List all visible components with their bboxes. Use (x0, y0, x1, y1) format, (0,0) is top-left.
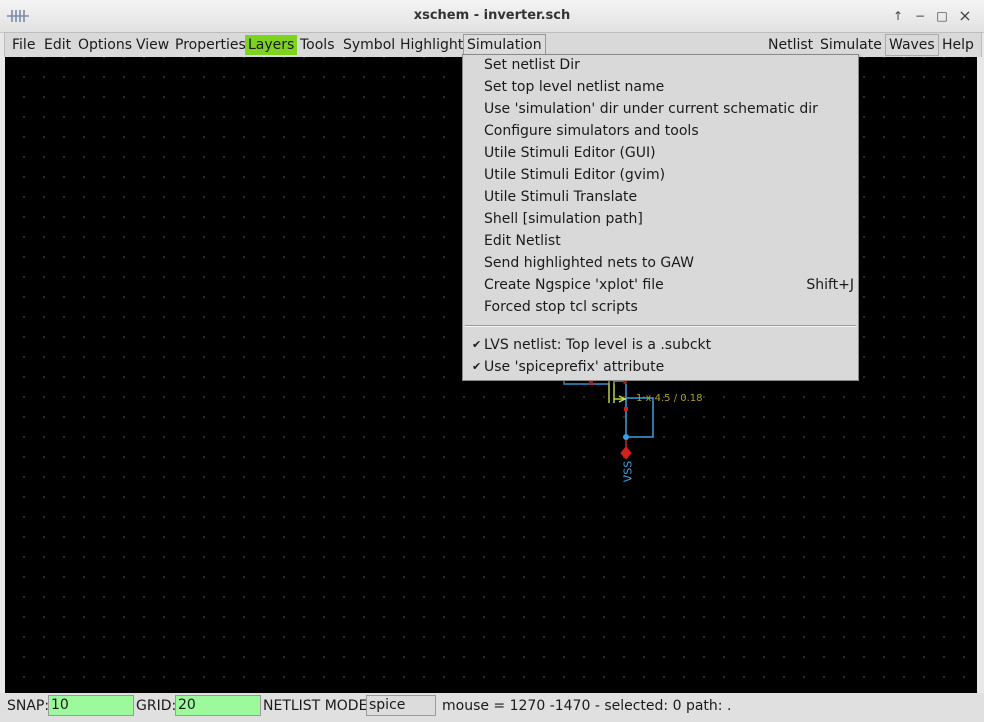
maximize-button[interactable]: □ (932, 6, 952, 26)
stimuli-editor-gvim-item[interactable]: Utile Stimuli Editor (gvim) (484, 165, 665, 185)
help-menu[interactable]: Help (939, 35, 977, 55)
menu-simulation[interactable]: Simulation (463, 34, 546, 56)
junction-dot (623, 434, 629, 440)
menu-view[interactable]: View (133, 35, 172, 55)
spiceprefix-toggle[interactable]: Use 'spiceprefix' attribute (484, 357, 664, 377)
keep-above-button[interactable]: ↑ (888, 6, 908, 26)
waves-button[interactable]: Waves (885, 34, 939, 56)
edit-netlist-item[interactable]: Edit Netlist (484, 231, 561, 251)
window-title: xschem - inverter.sch (413, 8, 571, 23)
lvs-netlist-toggle[interactable]: LVS netlist: Top level is a .subckt (484, 335, 711, 355)
simulation-dropdown-menu: Set netlist Dir Set top level netlist na… (462, 54, 859, 381)
mouse-status-text: mouse = 1270 -1470 - selected: 0 path: . (442, 698, 732, 714)
snap-input[interactable]: 10 (48, 695, 134, 716)
vss-pin (620, 446, 632, 460)
xplot-shortcut: Shift+J (806, 277, 854, 293)
minimize-button[interactable]: − (910, 6, 930, 26)
netlist-mode-field[interactable]: spice (366, 695, 436, 716)
menu-layers[interactable]: Layers (245, 35, 298, 55)
status-bar: SNAP: 10 GRID: 20 NETLIST MODE: spice mo… (0, 693, 984, 722)
configure-simulators-item[interactable]: Configure simulators and tools (484, 121, 699, 141)
send-nets-to-gaw-item[interactable]: Send highlighted nets to GAW (484, 253, 694, 273)
shell-simulation-path-item[interactable]: Shell [simulation path] (484, 209, 643, 229)
pin-marker (624, 407, 628, 411)
menu-options[interactable]: Options (75, 35, 135, 55)
menu-edit[interactable]: Edit (41, 35, 74, 55)
menu-separator (465, 325, 856, 327)
netlist-button[interactable]: Netlist (765, 35, 816, 55)
menu-file[interactable]: File (9, 35, 38, 55)
checkmark-icon: ✔ (472, 360, 482, 373)
title-bar: xschem - inverter.sch ↑ − □ × (0, 0, 984, 33)
stimuli-editor-gui-item[interactable]: Utile Stimuli Editor (GUI) (484, 143, 656, 163)
vss-net-label: VSS (621, 460, 635, 483)
set-netlist-dir-item[interactable]: Set netlist Dir (484, 55, 580, 75)
menu-symbol[interactable]: Symbol (340, 35, 398, 55)
stimuli-translate-item[interactable]: Utile Stimuli Translate (484, 187, 637, 207)
simulate-button[interactable]: Simulate (817, 35, 885, 55)
transistor-size-label: 1 x 4.5 / 0.18 (636, 393, 703, 404)
menu-properties[interactable]: Properties (172, 35, 249, 55)
forced-stop-tcl-item[interactable]: Forced stop tcl scripts (484, 297, 638, 317)
pin-marker (589, 381, 593, 385)
grid-label: GRID: (136, 698, 177, 714)
checkmark-icon: ✔ (472, 338, 482, 351)
menu-highlight[interactable]: Highlight (397, 35, 466, 55)
netlist-mode-label: NETLIST MODE: (263, 698, 373, 714)
create-xplot-file-item[interactable]: Create Ngspice 'xplot' file (484, 275, 664, 295)
menu-tools[interactable]: Tools (297, 35, 338, 55)
close-button[interactable]: × (955, 6, 975, 26)
set-top-netlist-name-item[interactable]: Set top level netlist name (484, 77, 664, 97)
snap-label: SNAP: (7, 698, 50, 714)
grid-input[interactable]: 20 (175, 695, 261, 716)
use-simulation-dir-item[interactable]: Use 'simulation' dir under current schem… (484, 99, 818, 119)
